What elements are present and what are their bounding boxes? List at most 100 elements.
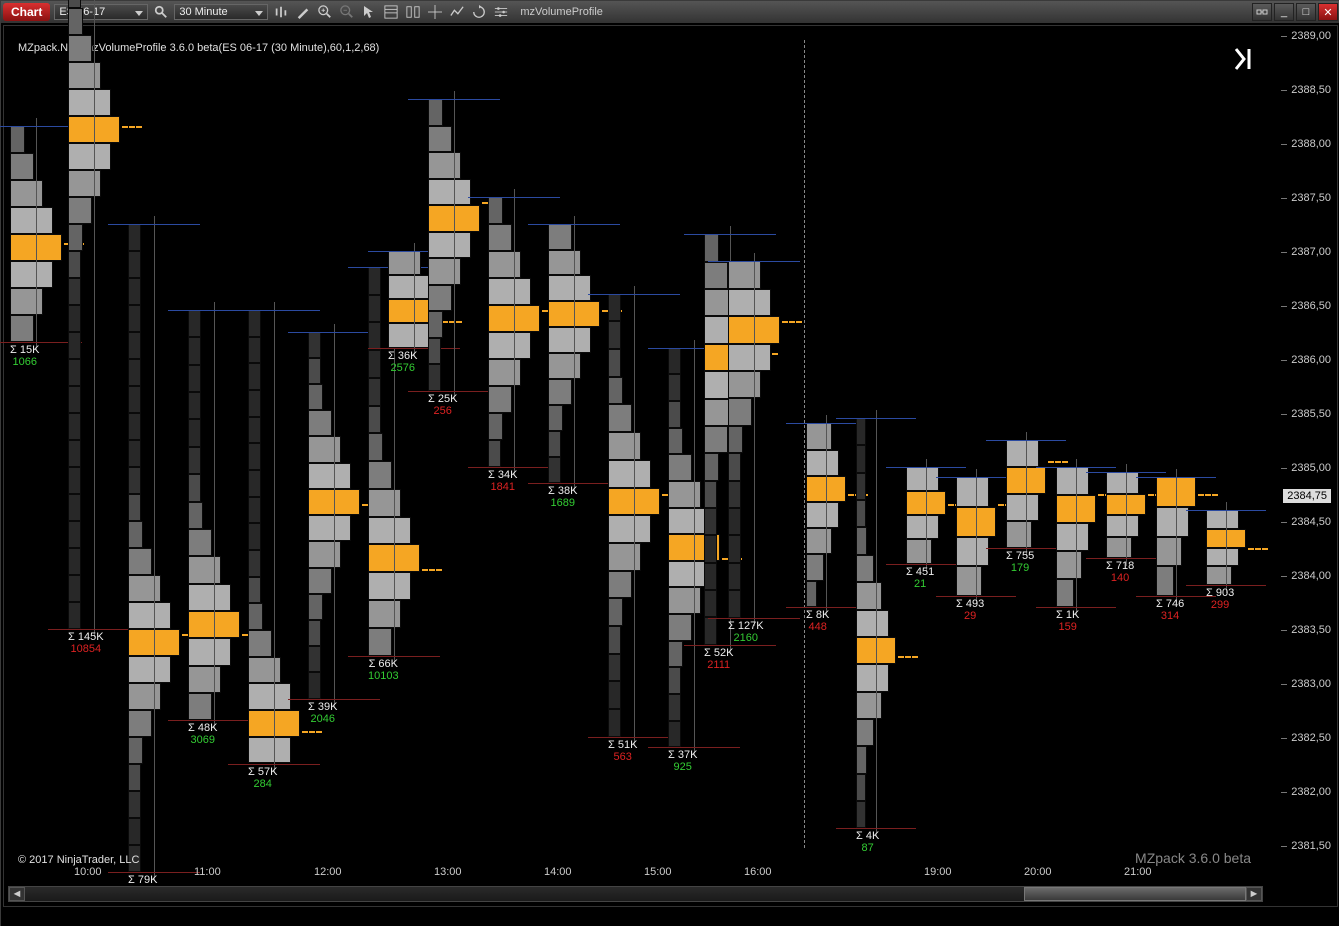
candles-icon[interactable] bbox=[272, 3, 290, 21]
session-divider bbox=[804, 40, 805, 848]
volume-profile-bar[interactable]: Σ 145K10854 bbox=[68, 0, 120, 629]
volume-profile-bar[interactable]: Σ 1K159 bbox=[1056, 467, 1096, 607]
bar-label: Σ 8K448 bbox=[806, 609, 829, 633]
y-tick: 2385,50 bbox=[1291, 408, 1331, 420]
scroll-thumb[interactable] bbox=[1024, 887, 1246, 901]
chart-tab[interactable]: Chart bbox=[3, 3, 50, 21]
bar-label: Σ 38K1689 bbox=[548, 485, 577, 509]
interval-selector[interactable]: 30 Minute bbox=[174, 4, 268, 20]
draw-icon[interactable] bbox=[294, 3, 312, 21]
bar-label: Σ 36K2576 bbox=[388, 350, 417, 374]
bar-label: Σ 34K1841 bbox=[488, 469, 517, 493]
search-icon[interactable] bbox=[152, 3, 170, 21]
data-box-icon[interactable] bbox=[382, 3, 400, 21]
bar-label: Σ 903299 bbox=[1206, 587, 1234, 611]
x-tick: 10:00 bbox=[74, 866, 102, 878]
bar-label: Σ 37K925 bbox=[668, 749, 697, 773]
volume-profile-bar[interactable]: Σ 127K2160 bbox=[728, 261, 780, 617]
volume-profile-bar[interactable]: Σ 79K2240 bbox=[128, 224, 180, 872]
window-controls: _ □ ✕ bbox=[1252, 3, 1338, 21]
x-tick: 16:00 bbox=[744, 866, 772, 878]
volume-profile-bar[interactable]: Σ 39K2046 bbox=[308, 332, 360, 699]
version-label: MZpack 3.6.0 beta bbox=[1135, 850, 1251, 866]
x-tick: 12:00 bbox=[314, 866, 342, 878]
bar-label: Σ 1K159 bbox=[1056, 609, 1079, 633]
y-tick: 2386,50 bbox=[1291, 300, 1331, 312]
y-tick: 2382,00 bbox=[1291, 786, 1331, 798]
bar-label: Σ 45121 bbox=[906, 566, 934, 590]
y-tick: 2387,00 bbox=[1291, 246, 1331, 258]
bar-label: Σ 755179 bbox=[1006, 550, 1034, 574]
link-icon[interactable] bbox=[1252, 3, 1272, 21]
y-tick: 2386,00 bbox=[1291, 354, 1331, 366]
copyright: © 2017 NinjaTrader, LLC bbox=[18, 854, 139, 866]
zoom-in-icon[interactable] bbox=[316, 3, 334, 21]
minimize-icon[interactable]: _ bbox=[1274, 3, 1294, 21]
scroll-left-icon[interactable]: ◄ bbox=[9, 887, 25, 901]
volume-profile-bar[interactable]: Σ 25K256 bbox=[428, 99, 480, 391]
volume-profile-bar[interactable]: Σ 49329 bbox=[956, 477, 996, 596]
y-tick: 2389,00 bbox=[1291, 30, 1331, 42]
bar-label: Σ 25K256 bbox=[428, 393, 457, 417]
bar-label: Σ 51K563 bbox=[608, 739, 637, 763]
volume-profile-bar[interactable]: Σ 746314 bbox=[1156, 477, 1196, 596]
y-tick: 2388,00 bbox=[1291, 138, 1331, 150]
x-tick: 13:00 bbox=[434, 866, 462, 878]
volume-profile-bar[interactable]: Σ 755179 bbox=[1006, 440, 1046, 548]
bar-label: Σ 66K10103 bbox=[368, 658, 399, 682]
title-label: mzVolumeProfile bbox=[520, 6, 603, 18]
volume-profile-bar[interactable]: Σ 45121 bbox=[906, 467, 946, 564]
properties-icon[interactable] bbox=[492, 3, 510, 21]
y-tick: 2382,50 bbox=[1291, 732, 1331, 744]
volume-profile-bar[interactable]: Σ 48K3069 bbox=[188, 310, 240, 720]
y-tick: 2388,50 bbox=[1291, 84, 1331, 96]
bar-label: Σ 127K2160 bbox=[728, 620, 764, 644]
refresh-icon[interactable] bbox=[470, 3, 488, 21]
volume-profile-bar[interactable]: Σ 903299 bbox=[1206, 510, 1246, 586]
scrollbar[interactable]: ◄ ► bbox=[8, 886, 1263, 902]
x-axis[interactable]: 10:00 11:00 12:00 13:00 14:00 15:00 16:00 19:00… bbox=[4, 866, 1263, 884]
current-price-label: 2384,75 bbox=[1283, 489, 1331, 503]
chart-area[interactable]: MZpack.NT8.mzVolumeProfile 3.6.0 beta(ES… bbox=[3, 25, 1338, 907]
bar-label: Σ 4K87 bbox=[856, 830, 879, 854]
bar-label: Σ 746314 bbox=[1156, 598, 1184, 622]
y-axis[interactable]: 2389,002388,502388,002387,502387,002386,… bbox=[1267, 36, 1331, 846]
bar-label: Σ 145K10854 bbox=[68, 631, 104, 655]
bar-label: Σ 15K1066 bbox=[10, 344, 39, 368]
x-tick: 15:00 bbox=[644, 866, 672, 878]
y-tick: 2384,50 bbox=[1291, 516, 1331, 528]
x-tick: 20:00 bbox=[1024, 866, 1052, 878]
indicator-icon[interactable] bbox=[448, 3, 466, 21]
crosshair-icon[interactable] bbox=[426, 3, 444, 21]
y-tick: 2384,00 bbox=[1291, 570, 1331, 582]
scroll-right-icon[interactable]: ► bbox=[1246, 887, 1262, 901]
bar-label: Σ 49329 bbox=[956, 598, 984, 622]
x-tick: 11:00 bbox=[194, 866, 221, 878]
volume-profile-bar[interactable]: Σ 4K87 bbox=[856, 418, 896, 828]
maximize-icon[interactable]: □ bbox=[1296, 3, 1316, 21]
toolbar: Chart ES 06-17 30 Minute bbox=[1, 1, 1339, 23]
scroll-track[interactable] bbox=[25, 887, 1246, 901]
chart-plot[interactable]: Σ 15K1066Σ 145K10854Σ 79K2240Σ 48K3069Σ … bbox=[4, 40, 1263, 848]
bar-label: Σ 718140 bbox=[1106, 560, 1134, 584]
bar-label: Σ 57K284 bbox=[248, 766, 277, 790]
bar-label: Σ 52K2111 bbox=[704, 647, 733, 671]
x-tick: 14:00 bbox=[544, 866, 572, 878]
y-tick: 2385,00 bbox=[1291, 462, 1331, 474]
y-tick: 2381,50 bbox=[1291, 840, 1331, 852]
volume-profile-bar[interactable]: Σ 38K1689 bbox=[548, 224, 600, 483]
volume-profile-bar[interactable]: Σ 57K284 bbox=[248, 310, 300, 764]
close-icon[interactable]: ✕ bbox=[1318, 3, 1338, 21]
y-tick: 2387,50 bbox=[1291, 192, 1331, 204]
volume-profile-bar[interactable]: Σ 718140 bbox=[1106, 472, 1146, 558]
x-tick: 19:00 bbox=[924, 866, 952, 878]
volume-profile-bar[interactable]: Σ 8K448 bbox=[806, 423, 846, 607]
volume-profile-bar[interactable]: Σ 51K563 bbox=[608, 294, 660, 737]
cursor-icon[interactable] bbox=[360, 3, 378, 21]
y-tick: 2383,50 bbox=[1291, 624, 1331, 636]
volume-profile-bar[interactable]: Σ 34K1841 bbox=[488, 197, 540, 467]
y-tick: 2383,00 bbox=[1291, 678, 1331, 690]
zoom-out-icon[interactable] bbox=[338, 3, 356, 21]
chart-trader-icon[interactable] bbox=[404, 3, 422, 21]
volume-profile-bar[interactable]: Σ 15K1066 bbox=[10, 126, 62, 342]
